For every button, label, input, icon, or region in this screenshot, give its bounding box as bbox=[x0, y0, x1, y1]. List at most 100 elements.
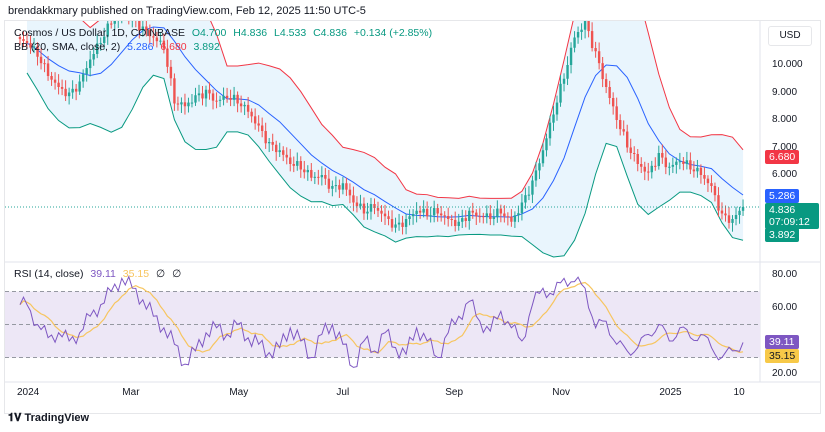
candle-body bbox=[124, 13, 126, 15]
bb-lower-value: 3.892 bbox=[193, 41, 220, 53]
candle-body bbox=[583, 21, 587, 30]
rsi-extra-2: ∅ bbox=[172, 268, 182, 280]
candle-body bbox=[282, 150, 285, 155]
candle-body bbox=[566, 65, 569, 79]
candle-body bbox=[717, 195, 720, 211]
rsi-tick-label: 60.00 bbox=[772, 302, 798, 313]
candle-body bbox=[741, 207, 745, 211]
candle-body bbox=[310, 169, 313, 178]
candle-body bbox=[271, 142, 274, 145]
candle-body bbox=[654, 165, 657, 167]
candle-body bbox=[320, 175, 324, 178]
rsi-label: RSI (14, close) bbox=[14, 268, 84, 280]
candle-body bbox=[264, 131, 267, 144]
chart-canvas[interactable] bbox=[0, 0, 825, 432]
candle-body bbox=[53, 79, 57, 83]
candle-body bbox=[724, 213, 727, 216]
candle-body bbox=[74, 88, 78, 92]
candle-body bbox=[664, 157, 668, 168]
candle-body bbox=[640, 164, 643, 167]
candle-body bbox=[429, 215, 432, 217]
candle-body bbox=[478, 216, 481, 218]
candle-body bbox=[699, 167, 703, 175]
candle-body bbox=[355, 202, 359, 207]
candle-body bbox=[706, 178, 710, 184]
candle-body bbox=[197, 93, 201, 96]
candle-body bbox=[215, 100, 218, 102]
candle-body bbox=[317, 176, 320, 178]
time-tick-label: May bbox=[229, 387, 249, 398]
price-tick-label: 8.000 bbox=[772, 114, 798, 125]
time-tick-label: 2025 bbox=[659, 387, 682, 398]
candle-body bbox=[643, 166, 646, 172]
candle-body bbox=[85, 68, 88, 75]
candle-body bbox=[601, 63, 604, 80]
time-tick-label: Nov bbox=[552, 387, 571, 398]
candle-body bbox=[720, 210, 724, 214]
candle-body bbox=[324, 175, 327, 179]
candle-body bbox=[492, 217, 496, 219]
candle-body bbox=[253, 116, 257, 124]
candle-body bbox=[169, 66, 173, 79]
candle-body bbox=[204, 89, 208, 99]
candle-body bbox=[383, 213, 387, 217]
candle-body bbox=[362, 203, 366, 214]
rsi-legend: RSI (14, close) 39.11 35.15 ∅ ∅ bbox=[14, 268, 185, 280]
candle-body bbox=[39, 56, 43, 64]
candle-body bbox=[57, 82, 60, 87]
candle-body bbox=[190, 102, 194, 104]
rsi-extra-1: ∅ bbox=[156, 268, 166, 280]
candle-body bbox=[611, 98, 615, 107]
candle-body bbox=[267, 142, 271, 144]
candle-body bbox=[289, 157, 292, 164]
candle-body bbox=[303, 169, 306, 173]
candle-body bbox=[243, 104, 246, 107]
candle-body bbox=[390, 219, 394, 228]
candle-body bbox=[629, 147, 632, 153]
candle-body bbox=[552, 114, 555, 123]
candle-body bbox=[510, 216, 513, 222]
candle-body bbox=[534, 170, 538, 181]
tradingview-logo[interactable]: 𝟏𝐕 TradingView bbox=[8, 412, 89, 425]
candle-body bbox=[696, 167, 699, 172]
candle-body bbox=[710, 183, 713, 186]
candle-body bbox=[443, 215, 446, 217]
candle-body bbox=[401, 222, 404, 227]
candle-body bbox=[180, 102, 183, 105]
candle-body bbox=[685, 160, 689, 164]
symbol-title: Cosmos / US Dollar, 1D, COINBASE bbox=[14, 27, 185, 39]
candle-body bbox=[257, 123, 260, 126]
tv-logo-icon: 𝟏𝐕 bbox=[8, 412, 25, 424]
candle-body bbox=[415, 210, 418, 215]
candle-body bbox=[590, 31, 594, 49]
candle-body bbox=[520, 202, 524, 214]
candle-body bbox=[313, 176, 317, 178]
candle-body bbox=[246, 104, 250, 112]
rsi-value: 39.11 bbox=[90, 268, 116, 280]
candle-body bbox=[569, 47, 573, 65]
candle-body bbox=[555, 102, 559, 115]
candle-body bbox=[618, 120, 622, 130]
candle-body bbox=[369, 204, 373, 212]
bb-basis-value: 5.286 bbox=[127, 41, 154, 53]
currency-button[interactable]: USD bbox=[768, 26, 812, 46]
candle-body bbox=[675, 161, 678, 165]
candle-body bbox=[661, 153, 664, 158]
candle-body bbox=[67, 92, 71, 97]
candle-body bbox=[387, 216, 390, 219]
candle-body bbox=[524, 195, 527, 203]
bb-label: BB (20, SMA, close, 2) bbox=[14, 41, 121, 53]
candle-body bbox=[689, 160, 692, 170]
candle-body bbox=[43, 63, 46, 65]
candle-body bbox=[352, 195, 355, 203]
candle-body bbox=[250, 111, 253, 117]
candle-body bbox=[236, 94, 239, 104]
candle-body bbox=[278, 150, 281, 153]
low-value: L4.533 bbox=[274, 27, 307, 39]
candle-body bbox=[208, 89, 211, 94]
bb-basis-tag: 5.286 bbox=[765, 189, 800, 203]
bb-upper-tag: 6.680 bbox=[765, 150, 800, 164]
candle-body bbox=[176, 103, 180, 105]
candle-body bbox=[647, 171, 650, 173]
candle-body bbox=[404, 219, 408, 227]
